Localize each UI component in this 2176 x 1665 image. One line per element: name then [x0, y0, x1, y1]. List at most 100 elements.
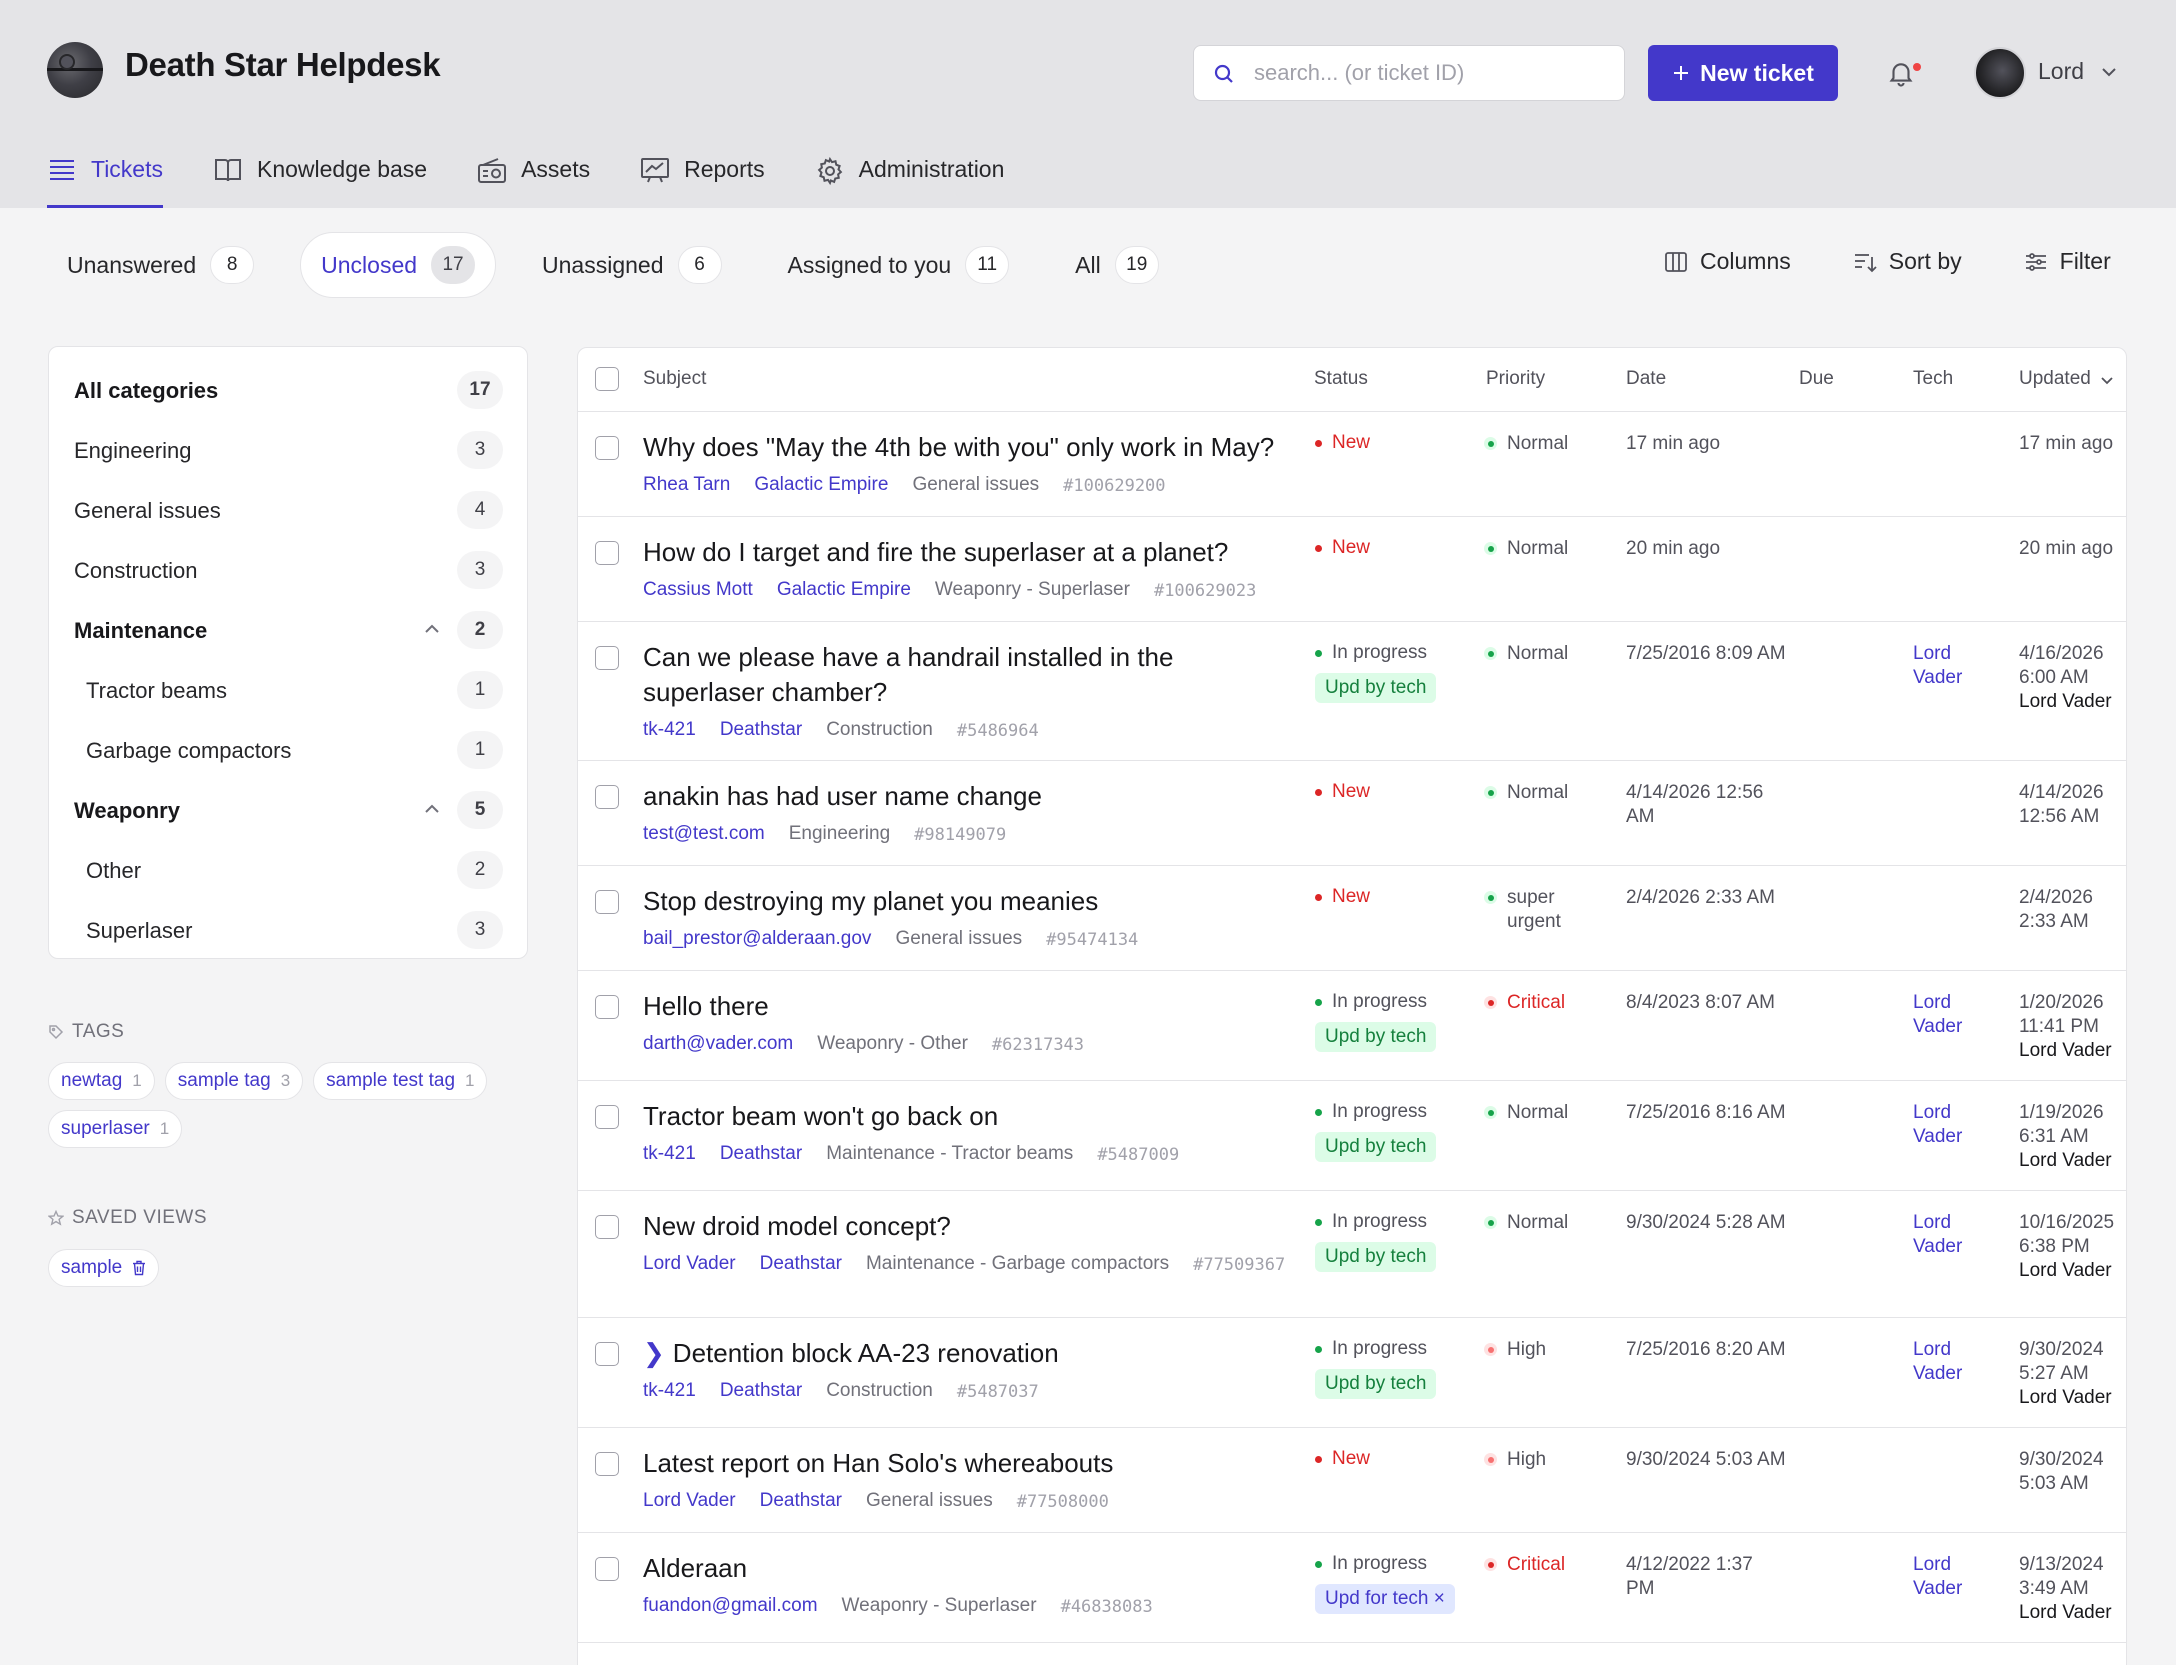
ticket-subject[interactable]: Alderaan — [643, 1551, 1293, 1586]
columns-button[interactable]: Columns — [1664, 248, 1791, 275]
filter-assigned-to-you[interactable]: Assigned to you 11 — [768, 232, 1030, 298]
ticket-company[interactable]: Deathstar — [760, 1253, 842, 1275]
tab-tickets[interactable]: Tickets — [47, 150, 163, 208]
filter-all[interactable]: All 19 — [1055, 232, 1179, 298]
ticket-user[interactable]: bail_prestor@alderaan.gov — [643, 928, 871, 950]
ticket-company[interactable]: Deathstar — [720, 1143, 802, 1165]
search-box[interactable] — [1193, 45, 1625, 101]
ticket-user[interactable]: Lord Vader — [643, 1490, 736, 1512]
ticket-subject[interactable]: Can we please have a handrail installed … — [643, 640, 1293, 710]
column-priority[interactable]: Priority — [1486, 368, 1545, 390]
trash-icon[interactable] — [132, 1260, 146, 1276]
ticket-company[interactable]: Deathstar — [760, 1490, 842, 1512]
ticket-subject[interactable]: Tractor beam won't go back on — [643, 1099, 1293, 1134]
chevron-up-icon[interactable] — [423, 623, 441, 635]
row-checkbox[interactable] — [595, 1105, 619, 1129]
column-updated[interactable]: Updated — [2019, 368, 2091, 390]
ticket-user[interactable]: tk-421 — [643, 719, 696, 741]
table-row[interactable]: How do I target and fire the superlaser … — [578, 517, 2126, 622]
ticket-tech[interactable]: Lord Vader — [1913, 1338, 1983, 1386]
table-row[interactable]: anakin has had user name change test@tes… — [578, 761, 2126, 866]
ticket-user[interactable]: Lord Vader — [643, 1253, 736, 1275]
search-input[interactable] — [1254, 46, 1614, 100]
table-row[interactable]: Can we please have a handrail installed … — [578, 622, 2126, 761]
table-row[interactable]: Latest report on Han Solo's whereabouts … — [578, 1428, 2126, 1533]
table-row[interactable]: Tractor beam won't go back on tk-421 Dea… — [578, 1081, 2126, 1191]
chevron-up-icon[interactable] — [423, 803, 441, 815]
ticket-subject[interactable]: anakin has had user name change — [643, 779, 1293, 814]
row-checkbox[interactable] — [595, 890, 619, 914]
sort-desc-icon[interactable] — [2100, 376, 2114, 386]
notifications-button[interactable] — [1886, 58, 1921, 93]
ticket-subject[interactable]: Stop destroying my planet you meanies — [643, 884, 1293, 919]
ticket-company[interactable]: Deathstar — [720, 719, 802, 741]
tag-sample-tag[interactable]: sample tag 3 — [164, 1062, 304, 1100]
ticket-tech[interactable]: Lord Vader — [1913, 991, 1983, 1039]
tag-sample-test-tag[interactable]: sample test tag 1 — [313, 1062, 488, 1100]
column-due[interactable]: Due — [1799, 368, 1834, 390]
ticket-user[interactable]: fuandon@gmail.com — [643, 1595, 818, 1617]
category-engineering[interactable]: Engineering 3 — [49, 421, 527, 481]
filter-button[interactable]: Filter — [2024, 248, 2111, 275]
row-checkbox[interactable] — [595, 1215, 619, 1239]
category-weaponry[interactable]: Weaponry 5 — [49, 781, 527, 841]
row-checkbox[interactable] — [595, 646, 619, 670]
row-checkbox[interactable] — [595, 785, 619, 809]
row-checkbox[interactable] — [595, 1557, 619, 1581]
table-row[interactable]: Hello there darth@vader.com Weaponry - O… — [578, 971, 2126, 1081]
ticket-user[interactable]: Rhea Tarn — [643, 474, 730, 496]
category-general-issues[interactable]: General issues 4 — [49, 481, 527, 541]
column-tech[interactable]: Tech — [1913, 368, 1953, 390]
row-checkbox[interactable] — [595, 436, 619, 460]
filter-unclosed[interactable]: Unclosed 17 — [300, 232, 497, 298]
category-garbage-compactors[interactable]: Garbage compactors 1 — [49, 721, 527, 781]
death-star-logo[interactable] — [47, 42, 103, 98]
tab-assets[interactable]: Assets — [477, 150, 590, 208]
ticket-company[interactable]: Galactic Empire — [754, 474, 888, 496]
category-construction[interactable]: Construction 3 — [49, 541, 527, 601]
ticket-tech[interactable]: Lord Vader — [1913, 642, 1983, 690]
ticket-tech[interactable]: Lord Vader — [1913, 1553, 1983, 1601]
tab-knowledge-base[interactable]: Knowledge base — [213, 150, 427, 208]
saved-view-sample[interactable]: sample — [48, 1249, 160, 1287]
column-date[interactable]: Date — [1626, 368, 1666, 390]
column-status[interactable]: Status — [1314, 368, 1368, 390]
ticket-subject[interactable]: Why does "May the 4th be with you" only … — [643, 430, 1293, 465]
ticket-subject[interactable]: Latest report on Han Solo's whereabouts — [643, 1446, 1293, 1481]
ticket-user[interactable]: Cassius Mott — [643, 579, 753, 601]
ticket-subject[interactable]: New droid model concept? — [643, 1209, 1293, 1244]
ticket-user[interactable]: test@test.com — [643, 823, 765, 845]
row-checkbox[interactable] — [595, 1342, 619, 1366]
ticket-subject[interactable]: Detention block AA-23 renovation — [673, 1338, 1059, 1368]
chevron-down-icon[interactable] — [2100, 66, 2118, 78]
table-row[interactable]: Alderaan fuandon@gmail.com Weaponry - Su… — [578, 1533, 2126, 1643]
tag-superlaser[interactable]: superlaser 1 — [48, 1110, 183, 1148]
table-row[interactable]: New droid model concept? Lord Vader Deat… — [578, 1191, 2126, 1318]
category-maintenance[interactable]: Maintenance 2 — [49, 601, 527, 661]
filter-unanswered[interactable]: Unanswered 8 — [47, 232, 274, 298]
row-checkbox[interactable] — [595, 1452, 619, 1476]
ticket-user[interactable]: tk-421 — [643, 1380, 696, 1402]
row-checkbox[interactable] — [595, 995, 619, 1019]
ticket-subject-wrapper[interactable]: ❯ Detention block AA-23 renovation — [643, 1336, 1293, 1371]
table-row[interactable]: Stop destroying my planet you meanies ba… — [578, 866, 2126, 971]
table-row[interactable]: Why does "May the 4th be with you" only … — [578, 412, 2126, 517]
ticket-tech[interactable]: Lord Vader — [1913, 1101, 1983, 1149]
ticket-subject[interactable]: How do I target and fire the superlaser … — [643, 535, 1293, 570]
category-other[interactable]: Other 2 — [49, 841, 527, 901]
new-ticket-button[interactable]: New ticket — [1648, 45, 1838, 101]
row-checkbox[interactable] — [595, 541, 619, 565]
filter-unassigned[interactable]: Unassigned 6 — [522, 232, 741, 298]
category-all[interactable]: All categories 17 — [49, 361, 527, 421]
column-subject[interactable]: Subject — [643, 368, 706, 390]
status-badge[interactable]: Upd for tech × — [1315, 1584, 1455, 1614]
ticket-user[interactable]: darth@vader.com — [643, 1033, 793, 1055]
tag-newtag[interactable]: newtag 1 — [48, 1062, 155, 1100]
user-name[interactable]: Lord — [2038, 58, 2084, 85]
sort-by-button[interactable]: Sort by — [1853, 248, 1962, 275]
category-tractor-beams[interactable]: Tractor beams 1 — [49, 661, 527, 721]
tab-reports[interactable]: Reports — [640, 150, 765, 208]
ticket-company[interactable]: Deathstar — [720, 1380, 802, 1402]
ticket-company[interactable]: Galactic Empire — [777, 579, 911, 601]
expand-chevron-icon[interactable]: ❯ — [643, 1338, 665, 1368]
